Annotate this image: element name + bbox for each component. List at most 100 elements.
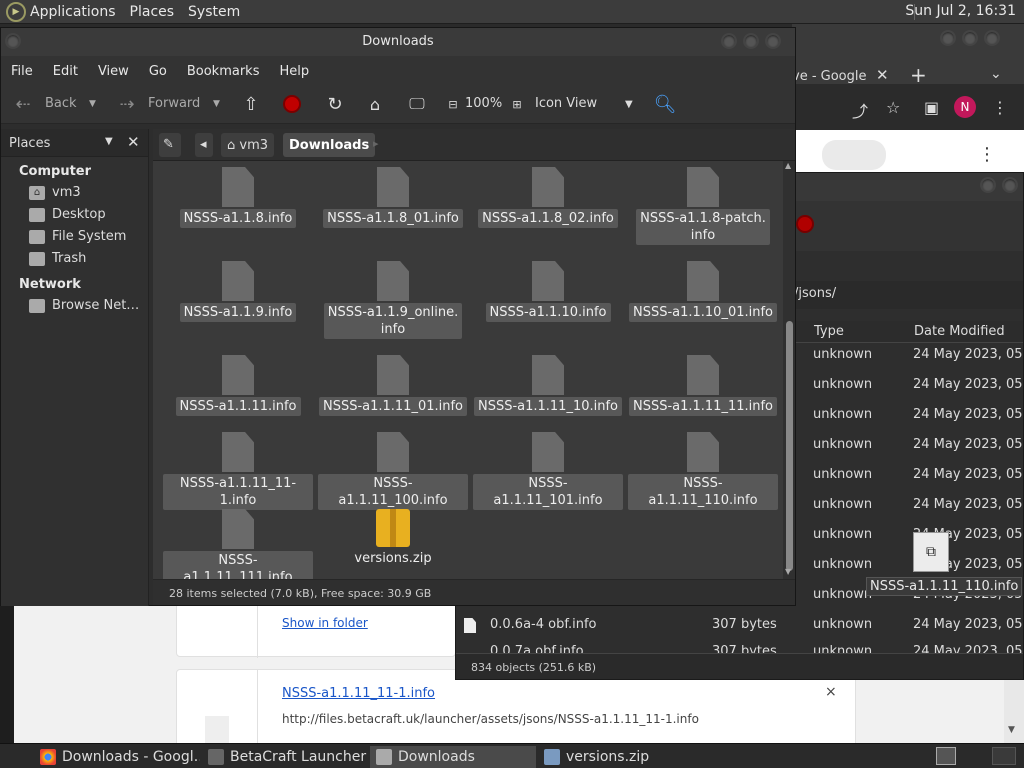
menu-system[interactable]: System	[188, 4, 240, 20]
table-row[interactable]: 0.0.6a-4 obf.info 307 bytes unknown 24 M…	[456, 611, 1024, 641]
back-button[interactable]: Back	[45, 96, 77, 111]
file-item[interactable]: NSSS-a1.1.9_online. info	[318, 261, 468, 339]
view-mode-chevron-icon[interactable]: ▼	[625, 99, 633, 110]
up-arrow-icon[interactable]: ⇧	[239, 92, 263, 116]
menu-view[interactable]: View	[98, 64, 129, 79]
file-name: NSSS-a1.1.11_01.info	[318, 397, 468, 416]
icon-view[interactable]: NSSS-a1.1.8.info NSSS-a1.1.8_01.info NSS…	[153, 161, 783, 587]
scrollbar-thumb[interactable]	[786, 321, 793, 571]
file-item[interactable]: NSSS-a1.1.11_01.info	[318, 355, 468, 416]
forward-history-chevron-icon[interactable]: ▼	[213, 99, 220, 109]
computer-icon[interactable]: 🖵	[405, 92, 429, 116]
zoom-out-icon[interactable]: ⊟	[441, 92, 465, 116]
sidebar-item-desktop[interactable]: Desktop	[1, 204, 148, 226]
file-item[interactable]: NSSS-a1.1.11.info	[163, 355, 313, 416]
toggle-location-entry-icon[interactable]: ✎	[159, 133, 181, 157]
file-item[interactable]: NSSS-a1.1.8_02.info	[473, 167, 623, 228]
menu-places[interactable]: Places	[130, 4, 175, 20]
file-item[interactable]: NSSS-a1.1.11_10.info	[473, 355, 623, 416]
scroll-up-arrow-icon[interactable]: ▲	[785, 161, 791, 170]
menu-applications[interactable]: Applications	[30, 4, 116, 20]
file-item[interactable]: NSSS-a1.1.9.info	[163, 261, 313, 322]
minimize-icon[interactable]	[980, 177, 996, 193]
maximize-icon[interactable]	[962, 30, 978, 46]
share-icon[interactable]: ⤴	[852, 98, 868, 122]
window-menu-icon[interactable]	[5, 33, 21, 49]
forward-button[interactable]: Forward	[148, 96, 200, 111]
row-date: 24 May 2023, 05:40	[913, 407, 1024, 422]
menu-edit[interactable]: Edit	[53, 64, 78, 79]
show-desktop-icon[interactable]	[936, 747, 956, 765]
close-icon[interactable]	[765, 33, 781, 49]
chrome-tab-close-icon[interactable]: ✕	[876, 66, 889, 84]
maximize-icon[interactable]	[1002, 177, 1018, 193]
minimize-icon[interactable]	[940, 30, 956, 46]
sidebar-item-trash[interactable]: Trash	[1, 248, 148, 270]
forward-arrow-icon[interactable]: ⇢	[115, 92, 139, 116]
search-icon[interactable]: 🔍︎	[653, 92, 677, 116]
reload-icon[interactable]: ↻	[323, 92, 347, 116]
distro-logo-icon[interactable]: ▶	[6, 1, 26, 22]
file-item[interactable]: NSSS-a1.1.10_01.info	[628, 261, 778, 322]
show-in-folder-link[interactable]: Show in folder	[282, 616, 368, 630]
file-item[interactable]: NSSS-a1.1.11_111.info	[163, 509, 313, 587]
remove-download-icon[interactable]: ×	[825, 684, 837, 700]
file-item[interactable]: NSSS-a1.1.10.info	[473, 261, 623, 322]
sidebar-mode-chevron-icon[interactable]: ▼	[105, 136, 113, 147]
task-downloads[interactable]: Downloads	[370, 746, 536, 768]
bookmark-star-icon[interactable]: ☆	[886, 98, 900, 117]
menu-file[interactable]: File	[11, 64, 33, 79]
side-panel-icon[interactable]: ▣	[924, 98, 939, 117]
fm2-stop-icon[interactable]	[796, 215, 814, 233]
file-item[interactable]: NSSS-a1.1.11_11.info	[628, 355, 778, 416]
breadcrumb-vm3[interactable]: ⌂ vm3	[221, 133, 275, 157]
task-versions-zip[interactable]: versions.zip	[538, 746, 704, 768]
download-filename-link[interactable]: NSSS-a1.1.11_11-1.info	[282, 686, 435, 701]
task-chrome-downloads[interactable]: Downloads - Googl…	[34, 746, 200, 768]
file-item[interactable]: NSSS-a1.1.11_101.info	[473, 432, 623, 510]
breadcrumb-left-arrow-icon[interactable]: ◂	[195, 133, 213, 157]
task-betacraft-launcher[interactable]: BetaCraft Launcher …	[202, 746, 368, 768]
window-titlebar[interactable]: Downloads	[1, 28, 795, 56]
file-item[interactable]: NSSS-a1.1.11_100.info	[318, 432, 468, 510]
chrome-menu-icon[interactable]: ⋮	[992, 98, 1008, 117]
sidebar-close-icon[interactable]: ✕	[127, 133, 140, 151]
file-item[interactable]: NSSS-a1.1.11_110.info	[628, 432, 778, 510]
profile-avatar[interactable]: N	[954, 96, 976, 118]
document-icon	[532, 167, 564, 207]
stop-icon[interactable]	[283, 95, 301, 113]
workspace-switcher[interactable]	[992, 747, 1016, 765]
tab-search-chevron-icon[interactable]: ⌄	[990, 66, 1002, 82]
zoom-in-icon[interactable]: ⊞	[505, 92, 529, 116]
sidebar-item-browse-network[interactable]: Browse Net…	[1, 295, 148, 317]
file-item[interactable]: NSSS-a1.1.8_01.info	[318, 167, 468, 228]
file-item[interactable]: NSSS-a1.1.11_11-1.info	[163, 432, 313, 510]
column-date-modified[interactable]: Date Modified	[914, 324, 1005, 339]
back-arrow-icon[interactable]: ⇠	[11, 92, 35, 116]
zip-file-item[interactable]: versions.zip	[318, 509, 468, 566]
file-item[interactable]: NSSS-a1.1.8-patch. info	[628, 167, 778, 245]
scroll-down-arrow-icon[interactable]: ▼	[785, 567, 791, 576]
table-row[interactable]: 0.0.7a obf.info 307 bytes unknown 24 May…	[456, 641, 1023, 653]
icon-view-scrollbar[interactable]: ▲ ▼	[783, 161, 795, 579]
breadcrumb-right-arrow-icon[interactable]: ▸	[373, 137, 379, 150]
sidebar-item-file-system[interactable]: File System	[1, 226, 148, 248]
menu-bookmarks[interactable]: Bookmarks	[187, 64, 260, 79]
chrome-tab-title[interactable]: ve - Google	[792, 69, 867, 84]
scroll-down-arrow-icon[interactable]: ▼	[1008, 725, 1015, 735]
home-icon[interactable]: ⌂	[363, 92, 387, 116]
clock[interactable]: Sun Jul 2, 16:31	[905, 3, 1016, 19]
sidebar-mode-select[interactable]: Places	[9, 136, 50, 151]
breadcrumb-downloads[interactable]: Downloads	[283, 133, 376, 157]
menu-help[interactable]: Help	[279, 64, 309, 79]
view-mode-select[interactable]: Icon View	[535, 96, 597, 111]
maximize-icon[interactable]	[743, 33, 759, 49]
close-icon[interactable]	[984, 30, 1000, 46]
column-type[interactable]: Type	[814, 324, 844, 339]
minimize-icon[interactable]	[721, 33, 737, 49]
page-menu-icon[interactable]: ⋮	[978, 144, 996, 165]
back-history-chevron-icon[interactable]: ▼	[89, 99, 96, 109]
menu-go[interactable]: Go	[149, 64, 167, 79]
file-item[interactable]: NSSS-a1.1.8.info	[163, 167, 313, 228]
sidebar-item-vm3[interactable]: ⌂ vm3	[1, 182, 148, 204]
